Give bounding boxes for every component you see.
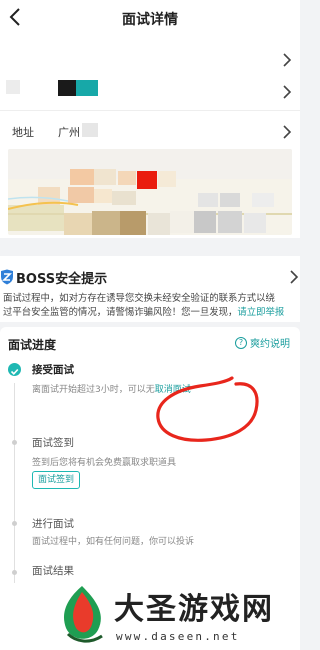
step-desc: 离面试开始超过3小时，可以无取消面试	[32, 385, 191, 395]
shield-icon	[1, 269, 13, 285]
watermark-name: 大圣游戏网	[114, 592, 274, 627]
safety-line-1: 面试过程中，如对方存在诱导您交换未经安全验证的联系方式以绕	[3, 293, 275, 304]
watermark-url: www.daseen.net	[116, 630, 240, 643]
step-desc: 签到后您将有机会免费赢取求职道具	[32, 458, 177, 468]
progress-title: 面试进度	[8, 338, 57, 352]
safety-tip-card[interactable]: BOSS安全提示 面试过程中，如对方存在诱导您交换未经安全验证的联系方式以绕 过…	[0, 256, 300, 322]
watermark: 大圣游戏网 www.daseen.net	[54, 578, 300, 650]
step-title: 接受面试	[32, 364, 74, 376]
watermark-logo	[58, 586, 106, 643]
step-title: 进行面试	[32, 518, 74, 530]
job-card[interactable]	[0, 36, 300, 110]
redacted-block	[76, 80, 98, 96]
redacted-block	[58, 80, 76, 96]
chevron-right-icon	[290, 270, 299, 284]
address-value: 广州	[58, 126, 80, 139]
address-section[interactable]: 地址 广州	[0, 110, 300, 238]
timeline-line	[14, 383, 15, 583]
top-bar: 面试详情	[0, 0, 300, 36]
redacted-block	[6, 80, 20, 94]
map-thumbnail[interactable]	[8, 149, 292, 235]
check-in-button[interactable]: 面试签到	[32, 471, 81, 489]
step-dot	[12, 521, 17, 526]
step-desc: 面试过程中，如有任何问题，你可以投诉	[32, 537, 195, 547]
safety-line-2: 过平台安全监管的情况，请警惕诈骗风险！您一旦发现，	[3, 307, 238, 318]
step-title: 面试结果	[32, 565, 74, 577]
chevron-right-icon	[283, 125, 292, 139]
step-title: 面试签到	[32, 437, 74, 449]
policy-label: 爽约说明	[250, 339, 290, 350]
safety-title: BOSS安全提示	[16, 272, 108, 287]
address-label: 地址	[12, 126, 34, 139]
step-dot	[12, 570, 17, 575]
step-done-check-icon	[8, 363, 21, 376]
step-dot	[12, 440, 17, 445]
cancel-interview-link[interactable]: 取消面试	[155, 385, 191, 395]
chevron-right-icon	[283, 85, 292, 99]
question-icon: ?	[235, 336, 247, 349]
report-link[interactable]: 请立即举报	[237, 307, 284, 318]
no-show-policy-link[interactable]: ? 爽约说明	[235, 335, 290, 350]
chevron-right-icon	[283, 53, 292, 67]
redacted-block	[82, 123, 98, 137]
page-title: 面试详情	[122, 12, 178, 28]
safety-text: 面试过程中，如对方存在诱导您交换未经安全验证的联系方式以绕 过平台安全监管的情况…	[3, 292, 299, 320]
